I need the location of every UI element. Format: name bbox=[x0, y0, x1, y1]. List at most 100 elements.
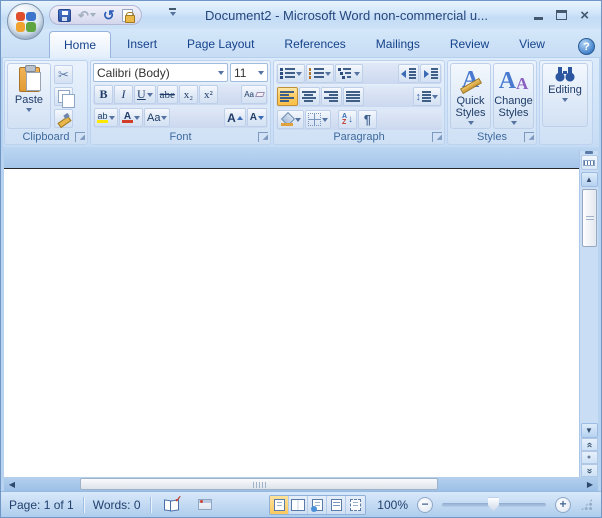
page-indicator[interactable]: Page: 1 of 1 bbox=[9, 498, 74, 512]
tab-page-layout[interactable]: Page Layout bbox=[173, 31, 268, 57]
change-styles-dropdown-icon[interactable] bbox=[511, 121, 517, 125]
select-browse-object-button[interactable]: ● bbox=[581, 451, 598, 464]
paste-dropdown-icon[interactable] bbox=[26, 108, 32, 112]
scroll-right-button[interactable]: ▶ bbox=[582, 477, 598, 491]
align-right-button[interactable] bbox=[321, 87, 342, 106]
line-spacing-button[interactable]: ↕ bbox=[413, 87, 442, 106]
previous-page-button[interactable]: « bbox=[581, 438, 598, 451]
maximize-button[interactable] bbox=[556, 7, 567, 25]
window-resize-grip[interactable] bbox=[580, 498, 593, 511]
decrease-indent-button[interactable] bbox=[398, 64, 419, 83]
copy-button[interactable] bbox=[54, 87, 73, 106]
document-page[interactable] bbox=[4, 168, 579, 477]
format-painter-button[interactable] bbox=[54, 109, 73, 128]
text-highlight-button[interactable]: ab bbox=[94, 108, 118, 127]
clear-formatting-button[interactable]: Aa bbox=[241, 85, 267, 104]
tab-insert[interactable]: Insert bbox=[113, 31, 171, 57]
macro-record-button[interactable] bbox=[193, 496, 217, 514]
zoom-level[interactable]: 100% bbox=[377, 498, 408, 512]
outline-view-button[interactable] bbox=[327, 496, 346, 514]
justify-button[interactable] bbox=[343, 87, 364, 106]
undo-button[interactable]: ↶ bbox=[78, 9, 96, 22]
print-layout-view-button[interactable] bbox=[270, 496, 289, 514]
bold-button[interactable]: B bbox=[94, 85, 113, 104]
underline-dropdown-icon[interactable] bbox=[147, 93, 153, 97]
shading-button[interactable] bbox=[277, 110, 304, 129]
horizontal-scrollbar-track[interactable] bbox=[20, 477, 80, 491]
numbering-dropdown-icon[interactable] bbox=[325, 72, 331, 76]
increase-indent-button[interactable] bbox=[420, 64, 441, 83]
underline-button[interactable]: U bbox=[134, 85, 156, 104]
undo-dropdown-icon[interactable] bbox=[90, 13, 96, 17]
tab-review[interactable]: Review bbox=[436, 31, 503, 57]
borders-button[interactable] bbox=[305, 110, 331, 129]
tab-view[interactable]: View bbox=[505, 31, 559, 57]
protect-document-button[interactable] bbox=[122, 9, 133, 22]
numbering-button[interactable] bbox=[306, 64, 334, 83]
clipboard-dialog-launcher[interactable]: ◢ bbox=[75, 132, 85, 142]
align-left-button[interactable] bbox=[277, 87, 298, 106]
close-button[interactable]: × bbox=[580, 10, 589, 22]
save-button[interactable] bbox=[58, 9, 71, 22]
scroll-down-button[interactable]: ▼ bbox=[581, 423, 598, 438]
align-center-button[interactable] bbox=[299, 87, 320, 106]
show-hide-formatting-button[interactable]: ¶ bbox=[358, 110, 377, 129]
multilevel-list-button[interactable] bbox=[335, 64, 363, 83]
next-page-button[interactable]: » bbox=[581, 464, 598, 477]
paragraph-dialog-launcher[interactable]: ◢ bbox=[432, 132, 442, 142]
view-ruler-toggle-button[interactable] bbox=[581, 155, 598, 170]
split-handle[interactable] bbox=[585, 151, 593, 154]
zoom-out-button[interactable]: − bbox=[417, 497, 433, 513]
editing-dropdown-icon[interactable] bbox=[562, 98, 568, 102]
help-button[interactable]: ? bbox=[578, 38, 595, 55]
font-color-dropdown-icon[interactable] bbox=[134, 116, 140, 120]
shrink-font-button[interactable]: A bbox=[247, 108, 267, 127]
horizontal-scrollbar-thumb[interactable] bbox=[80, 478, 438, 490]
editing-button[interactable]: Editing bbox=[542, 63, 588, 127]
font-name-combobox[interactable]: Calibri (Body) bbox=[93, 63, 228, 82]
change-styles-button[interactable]: AA ChangeStyles bbox=[493, 63, 534, 129]
scroll-up-button[interactable]: ▲ bbox=[581, 172, 598, 187]
strikethrough-button[interactable]: abe bbox=[157, 85, 178, 104]
cut-button[interactable]: ✂ bbox=[54, 65, 73, 84]
paste-button[interactable]: Paste bbox=[7, 63, 51, 129]
redo-button[interactable]: ↺ bbox=[103, 9, 115, 22]
change-case-dropdown-icon[interactable] bbox=[161, 116, 167, 120]
tab-references[interactable]: References bbox=[270, 31, 359, 57]
customize-quick-access-toolbar-button[interactable] bbox=[169, 8, 176, 16]
line-spacing-dropdown-icon[interactable] bbox=[432, 95, 438, 99]
change-case-button[interactable]: Aa bbox=[144, 108, 170, 127]
zoom-slider-thumb[interactable] bbox=[488, 498, 499, 512]
office-button[interactable] bbox=[7, 3, 44, 40]
scroll-left-button[interactable]: ◀ bbox=[4, 477, 20, 491]
proofing-status-button[interactable]: ✓ bbox=[160, 496, 184, 514]
font-size-combobox[interactable]: 11 bbox=[230, 63, 268, 82]
italic-button[interactable]: I bbox=[114, 85, 133, 104]
font-dialog-launcher[interactable]: ◢ bbox=[258, 132, 268, 142]
zoom-in-button[interactable]: + bbox=[555, 497, 571, 513]
draft-view-button[interactable] bbox=[346, 496, 365, 514]
subscript-button[interactable]: x₂ bbox=[179, 85, 198, 104]
bullets-dropdown-icon[interactable] bbox=[296, 72, 302, 76]
bullets-button[interactable] bbox=[277, 64, 305, 83]
tab-mailings[interactable]: Mailings bbox=[362, 31, 434, 57]
multilevel-dropdown-icon[interactable] bbox=[354, 72, 360, 76]
quick-styles-dropdown-icon[interactable] bbox=[468, 121, 474, 125]
styles-dialog-launcher[interactable]: ◢ bbox=[524, 132, 534, 142]
borders-dropdown-icon[interactable] bbox=[322, 118, 328, 122]
highlight-dropdown-icon[interactable] bbox=[109, 116, 115, 120]
sort-button[interactable]: AZ ↓ bbox=[338, 110, 357, 129]
word-count[interactable]: Words: 0 bbox=[93, 498, 141, 512]
minimize-button[interactable] bbox=[534, 7, 543, 25]
tab-home[interactable]: Home bbox=[49, 31, 111, 58]
quick-styles-button[interactable]: A QuickStyles bbox=[450, 63, 491, 129]
grow-font-button[interactable]: A bbox=[224, 108, 246, 127]
vertical-scrollbar-thumb[interactable] bbox=[582, 189, 597, 247]
superscript-button[interactable]: x² bbox=[199, 85, 218, 104]
vertical-scrollbar-track[interactable] bbox=[580, 247, 598, 423]
web-layout-view-button[interactable] bbox=[308, 496, 327, 514]
full-screen-reading-view-button[interactable] bbox=[289, 496, 308, 514]
font-color-button[interactable]: A bbox=[119, 108, 143, 127]
zoom-slider-track[interactable] bbox=[442, 503, 546, 507]
shading-dropdown-icon[interactable] bbox=[295, 118, 301, 122]
